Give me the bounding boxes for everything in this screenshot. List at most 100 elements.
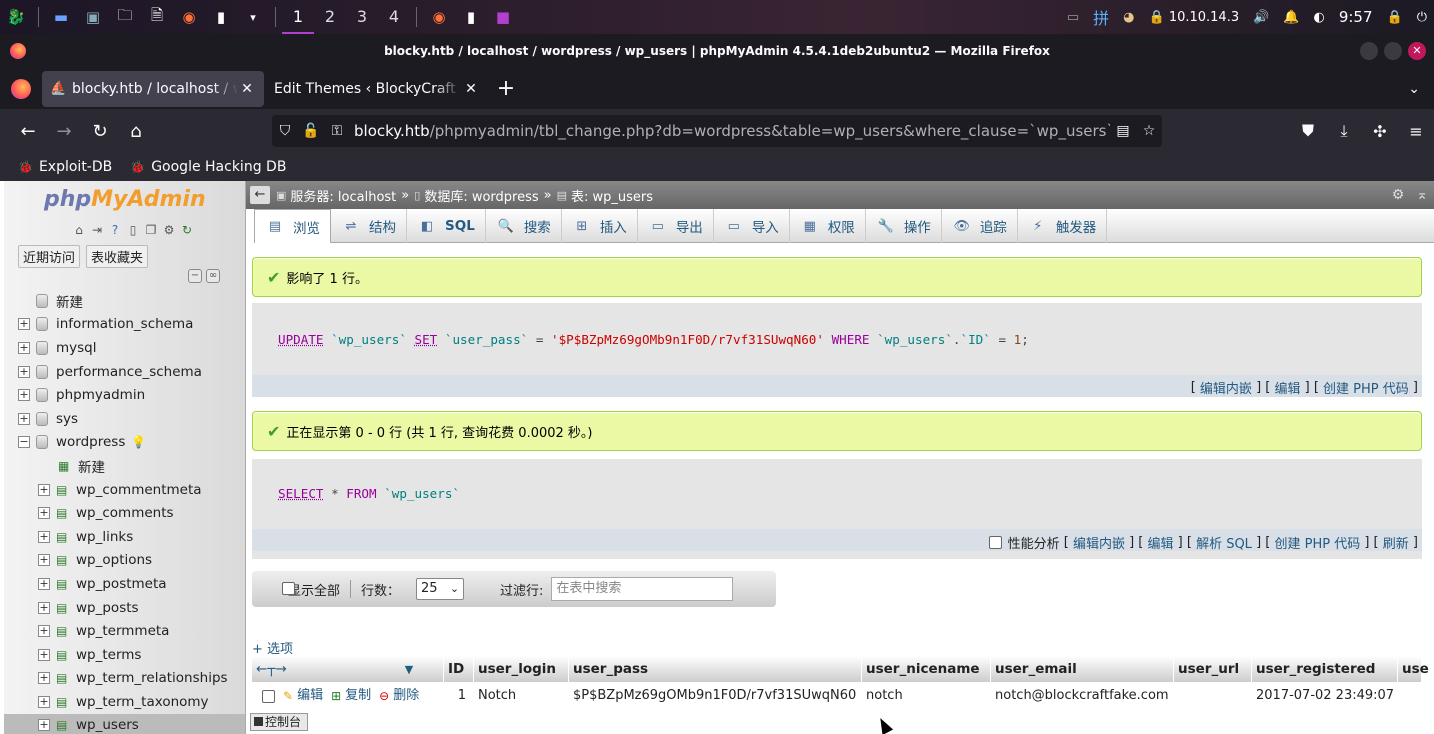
column-header-user-registered[interactable]: user_registered — [1252, 656, 1398, 682]
expand-icon[interactable]: + — [18, 389, 30, 402]
collapse-top-icon[interactable]: ⌅ — [1416, 187, 1428, 203]
tree-table-wp-postmeta[interactable]: + ▤ wp_postmeta — [4, 572, 245, 596]
tree-new-table[interactable]: ▦ 新建 — [4, 454, 245, 478]
page-settings-gear-icon[interactable]: ⚙ — [1392, 187, 1405, 203]
tree-table-wp-term-relationships[interactable]: + ▤ wp_term_relationships — [4, 667, 245, 691]
terminal-window-icon[interactable]: ▮ — [458, 6, 484, 28]
sql-code[interactable]: UPDATE `wp_users` SET `user_pass` = '$P$… — [278, 332, 1029, 347]
clock[interactable]: 9:57 — [1339, 8, 1373, 26]
tree-db-phpmyadmin[interactable]: + phpmyadmin — [4, 383, 245, 407]
tree-table-wp-term-taxonomy[interactable]: + ▤ wp_term_taxonomy — [4, 690, 245, 714]
copy-icon[interactable]: ❐ — [142, 223, 160, 239]
expand-icon[interactable]: + — [38, 483, 50, 496]
tab-triggers[interactable]: ⚡ 触发器 — [1018, 209, 1108, 243]
workspace-3[interactable]: 3 — [346, 0, 378, 34]
sql-code[interactable]: SELECT * FROM `wp_users` — [278, 486, 460, 501]
column-arrows-icon[interactable]: ←┬→ — [256, 661, 287, 677]
logout-icon[interactable]: ⇥ — [88, 223, 106, 239]
copy-row-button[interactable]: ⊞ 复制 — [331, 682, 371, 710]
downloads-icon[interactable]: ⤓ — [1326, 121, 1362, 141]
reload-nav-icon[interactable]: ↻ — [178, 223, 196, 239]
pocket-icon[interactable]: ⛊ — [1290, 121, 1326, 141]
power-icon[interactable]: ⏻ — [1417, 10, 1427, 25]
tree-table-wp-termmeta[interactable]: + ▤ wp_termmeta — [4, 619, 245, 643]
hamburger-menu-icon[interactable]: ≡ — [1398, 122, 1434, 141]
cell-id[interactable]: 1 — [444, 682, 474, 710]
workspace-4[interactable]: 4 — [378, 0, 410, 34]
cell-user-registered[interactable]: 2017-07-02 23:49:07 — [1252, 682, 1398, 710]
tree-table-wp-posts[interactable]: + ▤ wp_posts — [4, 596, 245, 620]
bookmark-exploit-db[interactable]: 🐞 Exploit-DB — [18, 159, 112, 175]
home-icon[interactable]: ⌂ — [70, 223, 88, 239]
settings-gear-icon[interactable]: ⚙ — [160, 223, 178, 239]
delete-row-button[interactable]: ⊖ 删除 — [379, 682, 419, 710]
workspace-2[interactable]: 2 — [314, 0, 346, 34]
edit-link[interactable]: 编辑 — [1274, 378, 1300, 397]
options-link[interactable]: + 选项 — [252, 638, 293, 657]
close-tab-icon[interactable]: ✕ — [238, 81, 256, 97]
close-tab-icon[interactable]: ✕ — [462, 81, 480, 97]
permissions-key-icon[interactable]: ⚿ — [324, 123, 350, 139]
help-icon[interactable]: ? — [106, 223, 124, 239]
maximize-button[interactable] — [1384, 42, 1402, 60]
filter-rows-input[interactable]: 在表中搜索 — [551, 577, 734, 601]
breadcrumb-database[interactable]: ▯ 数据库: wordpress — [414, 186, 538, 205]
expand-icon[interactable]: + — [38, 648, 50, 661]
terminal-icon[interactable]: ▮ — [208, 6, 234, 28]
desktop-icon[interactable]: ▬ — [48, 6, 74, 28]
tree-db-mysql[interactable]: + mysql — [4, 336, 245, 360]
tree-table-wp-options[interactable]: + ▤ wp_options — [4, 549, 245, 573]
column-header-user-login[interactable]: user_login — [474, 656, 569, 682]
tree-table-wp-comments[interactable]: + ▤ wp_comments — [4, 501, 245, 525]
tree-db-information-schema[interactable]: + information_schema — [4, 313, 245, 337]
cell-user-login[interactable]: Notch — [474, 682, 569, 710]
edit-inline-link[interactable]: 编辑内嵌 — [1073, 533, 1125, 552]
tab-structure[interactable]: ⇌ 结构 — [331, 209, 407, 243]
tree-new-database[interactable]: 新建 — [4, 289, 245, 313]
recent-tables-button[interactable]: 近期访问 — [18, 245, 81, 268]
explain-sql-link[interactable]: 解析 SQL — [1196, 533, 1252, 552]
close-window-button[interactable]: ✕ — [1408, 42, 1426, 60]
text-editor-icon[interactable]: 🗎 — [144, 6, 170, 28]
row-checkbox[interactable] — [262, 689, 275, 703]
phpmyadmin-logo[interactable]: phpMyAdmin — [44, 187, 206, 212]
expand-icon[interactable]: + — [18, 341, 30, 354]
expand-icon[interactable]: + — [38, 530, 50, 543]
tab-export[interactable]: ▭ 导出 — [638, 209, 714, 243]
sort-caret-icon[interactable]: ▼ — [405, 663, 413, 676]
show-all-checkbox[interactable] — [282, 582, 295, 595]
breadcrumb-table[interactable]: ▤ 表: wp_users — [557, 186, 653, 205]
tab-phpmyadmin[interactable]: ⛵ blocky.htb / localhost / wordpress / w… — [42, 70, 264, 107]
tab-browse[interactable]: ▤ 浏览 — [254, 209, 331, 243]
expand-icon[interactable]: + — [18, 365, 30, 378]
expand-icon[interactable]: + — [38, 695, 50, 708]
minimize-button[interactable] — [1360, 42, 1378, 60]
tab-privileges[interactable]: ▦ 权限 — [790, 209, 866, 243]
bookmark-star-icon[interactable]: ☆ — [1136, 123, 1162, 139]
forward-button[interactable]: → — [46, 121, 82, 142]
app-window-icon[interactable]: ■ — [490, 6, 516, 28]
toggle-nav-icon[interactable]: ← — [250, 186, 270, 204]
url-bar[interactable]: ⛉ 🔓 ⚿ blocky.htb/phpmyadmin/tbl_change.p… — [272, 115, 1162, 147]
column-header-user-url[interactable]: user_url — [1174, 656, 1252, 682]
tab-tracking[interactable]: 👁 追踪 — [942, 209, 1018, 243]
shield-icon[interactable]: ⛉ — [272, 123, 298, 139]
insecure-lock-icon[interactable]: 🔓 — [298, 123, 324, 139]
link-with-main-icon[interactable]: ∞ — [206, 269, 220, 283]
firefox-view-button[interactable] — [0, 78, 42, 99]
expand-icon[interactable]: + — [38, 554, 50, 567]
url-text[interactable]: blocky.htb/phpmyadmin/tbl_change.php?db=… — [354, 122, 1110, 140]
cell-user-email[interactable]: notch@blockcraftfake.com — [991, 682, 1174, 710]
column-header-user-nicename[interactable]: user_nicename — [862, 656, 991, 682]
bookmark-google-hacking-db[interactable]: 🐞 Google Hacking DB — [130, 159, 286, 175]
expand-icon[interactable]: + — [38, 577, 50, 590]
tree-db-performance-schema[interactable]: + performance_schema — [4, 360, 245, 384]
edit-row-button[interactable]: ✎ 编辑 — [283, 682, 323, 710]
tree-table-wp-links[interactable]: + ▤ wp_links — [4, 525, 245, 549]
back-button[interactable]: ← — [10, 121, 46, 142]
kali-menu-icon[interactable]: 🐉 — [3, 6, 29, 28]
list-all-tabs-icon[interactable]: ⌄ — [1408, 81, 1420, 97]
cell-user-pass[interactable]: $P$BZpMz69gOMb9n1F0D/r7vf31SUwqN60 — [569, 682, 862, 710]
favorite-tables-button[interactable]: 表收藏夹 — [86, 245, 149, 268]
tab-operations[interactable]: 🔧 操作 — [866, 209, 942, 243]
